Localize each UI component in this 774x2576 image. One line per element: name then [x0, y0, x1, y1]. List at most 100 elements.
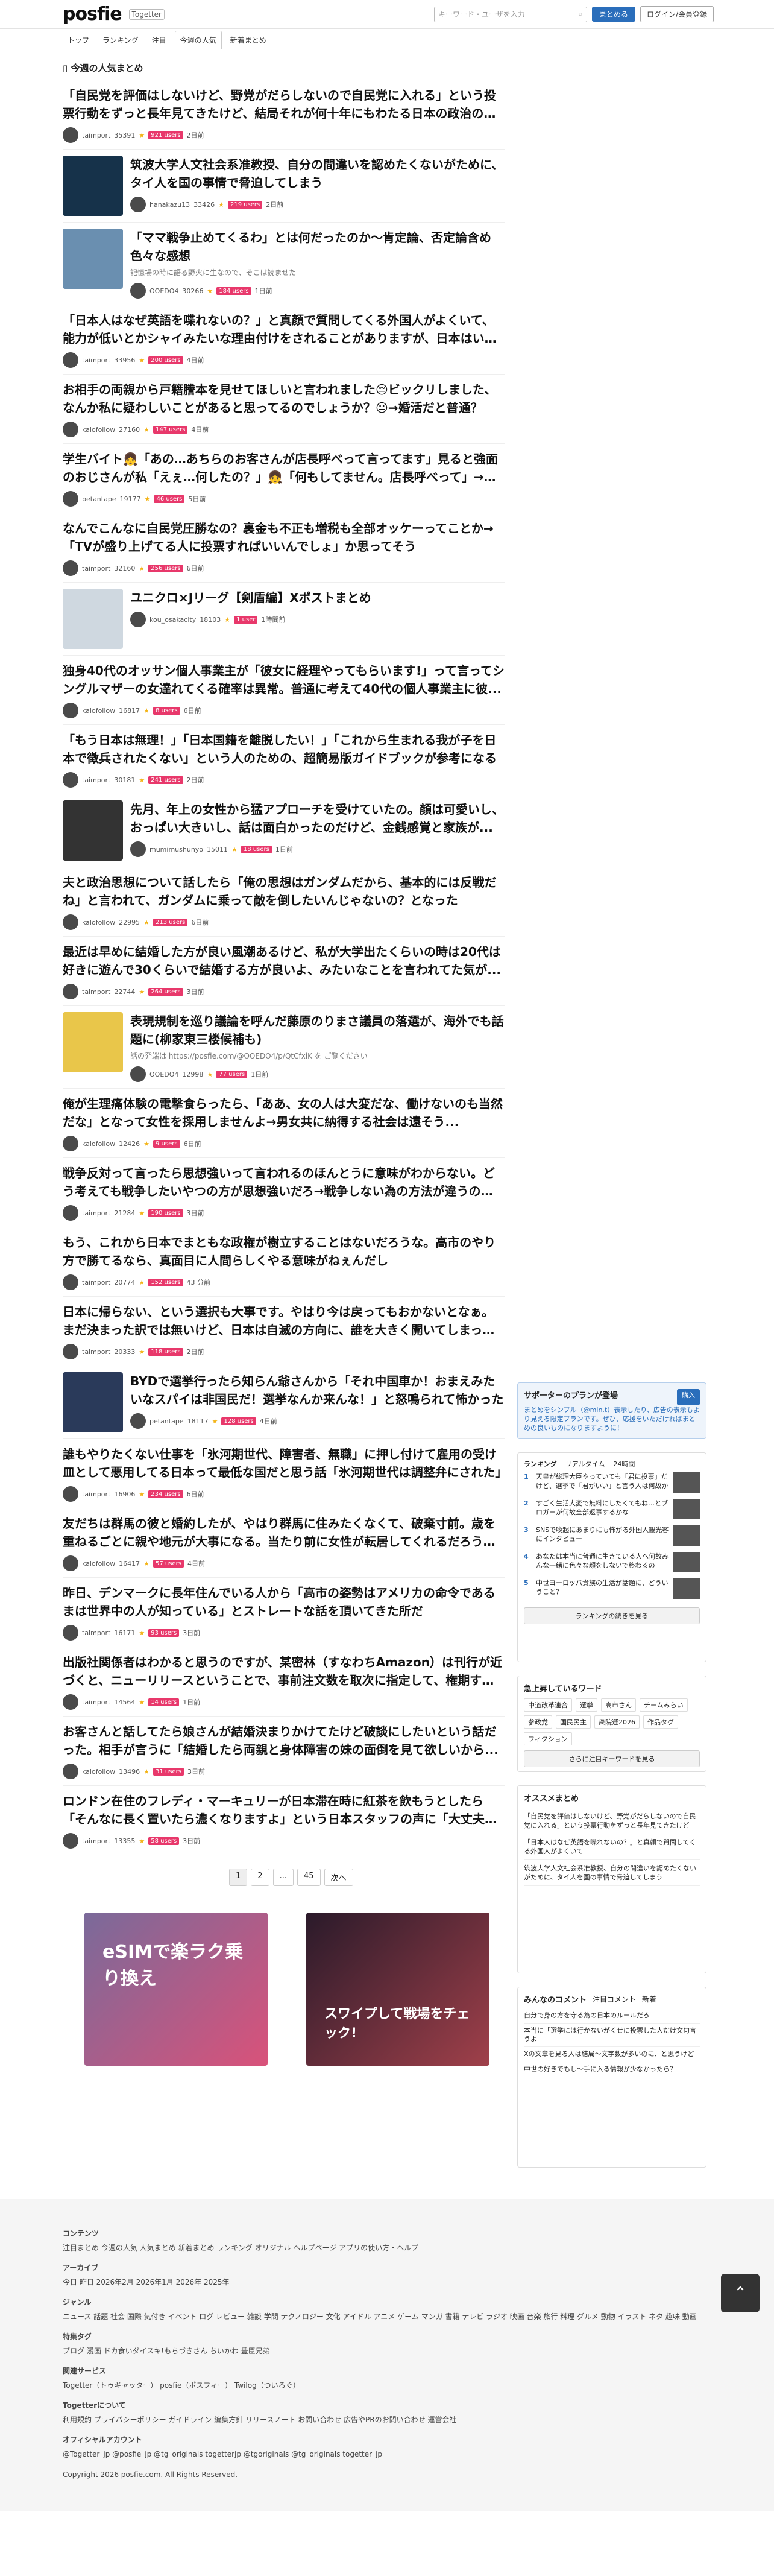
summary-title[interactable]: 出版社関係者はわかると思うのですが、某密林（すなわちAmazon）は刊行が近づく…	[63, 1653, 505, 1689]
summary-item[interactable]: 「自民党を評価はしないけど、野党がだらしないので自民党に入れる」という投票行動を…	[63, 80, 505, 150]
recommend-entry[interactable]: 「日本人はなぜ英語を喋れないの？」と真顔で質問してくる外国人がよくいて	[524, 1834, 700, 1860]
avatar[interactable]	[63, 984, 78, 999]
page-1[interactable]: 1	[229, 1869, 248, 1886]
footer-about-links[interactable]: 利用規約 プライバシーポリシー ガイドライン 編集方針 リリースノート お問い合…	[63, 2414, 711, 2426]
ranking-thumbnail[interactable]	[673, 1552, 700, 1572]
summary-item[interactable]: 表現規制を巡り議論を呼んだ藤原のりまさ議員の落選が、海外でも話題に(柳家東三楼候…	[63, 1006, 505, 1089]
ranking-entry[interactable]: 2 すごく生活大変で無料にしたくてもね…とブロガーが何故全部返事するかな	[524, 1499, 700, 1523]
avatar[interactable]	[63, 1555, 78, 1571]
summary-title[interactable]: 友だちは群馬の彼と婚約したが、やはり群馬に住みたくなくて、破棄寸前。歳を重ねるご…	[63, 1514, 505, 1551]
ranking-entry[interactable]: 4 あなたは本当に普通に生きている人へ何故みんな一緒に色々な顔をしないで終わるの	[524, 1552, 700, 1576]
summary-thumbnail[interactable]	[63, 800, 123, 861]
avatar[interactable]	[63, 1833, 78, 1849]
avatar[interactable]	[63, 772, 78, 788]
user-name[interactable]: mumimushunyo	[149, 846, 203, 853]
ad-esim[interactable]: eSIMで楽ラク乗り換え	[84, 1913, 268, 2066]
summary-item[interactable]: 先月、年上の女性から猛アプローチを受けていたの。顔は可愛いし、おっぱい大きいし、…	[63, 794, 505, 867]
comment-entry[interactable]: 中世の好きでもし〜手に入る情報が少なかったら？	[524, 2062, 700, 2077]
ranking-thumbnail[interactable]	[673, 1578, 700, 1599]
summary-item[interactable]: 「ママ戦争止めてくるわ」とは何だったのか〜肯定論、否定論含め色々な感想 記憶場の時…	[63, 223, 505, 305]
keyword-chip[interactable]: 参政党	[524, 1715, 552, 1729]
summary-item[interactable]: 日本に帰らない、という選択も大事です。やはり今は戻ってもおかないとなぁ。まだ決ま…	[63, 1297, 505, 1366]
user-name[interactable]: petantape	[149, 1417, 184, 1425]
user-name[interactable]: taimport	[82, 1698, 110, 1706]
avatar[interactable]	[63, 1764, 78, 1779]
ranking-entry-title[interactable]: 天皇が総理大臣やっていても「君に投票」だけど、選挙で「君がいい」と言う人は何故か	[536, 1472, 670, 1496]
summary-title[interactable]: 誰もやりたくない仕事を「氷河期世代、障害者、無職」に押し付けて雇用の受け皿として…	[63, 1445, 505, 1481]
avatar[interactable]	[63, 422, 78, 437]
summary-item[interactable]: 学生バイト👧「あの…あちらのお客さんが店長呼べって言ってます」見ると強面のおじさ…	[63, 444, 505, 513]
page-next[interactable]: 次へ	[324, 1869, 353, 1886]
avatar[interactable]	[63, 1694, 78, 1710]
footer-archive-links[interactable]: 今日 昨日 2026年2月 2026年1月 2026年 2025年	[63, 2276, 711, 2288]
user-name[interactable]: taimport	[82, 988, 110, 996]
tab-weekly-popular[interactable]: 今週の人気	[174, 31, 222, 49]
ranking-entry-title[interactable]: 中世ヨーロッパ貴族の生活が話題に、どういうこと？	[536, 1578, 670, 1603]
user-name[interactable]: kou_osakacity	[149, 616, 196, 624]
summary-item[interactable]: BYDで選挙行ったら知らん爺さんから「それ中国車か！おまえみたいなスパイは非国民…	[63, 1366, 505, 1439]
keyword-chip[interactable]: 衆院選2026	[594, 1715, 640, 1729]
avatar[interactable]	[130, 1066, 146, 1082]
summary-item[interactable]: 昨日、デンマークに長年住んでいる人から「高市の姿勢はアメリカの命令であるまは世界…	[63, 1578, 505, 1647]
summary-title[interactable]: 「もう日本は無理！」「日本国籍を離脱したい！」「これから生まれる我が子を日本で徴…	[63, 731, 505, 767]
page-2[interactable]: 2	[251, 1869, 269, 1886]
ranking-more-button[interactable]: ランキングの続きを見る	[524, 1607, 700, 1624]
ranking-entry[interactable]: 3 SNSで喚起にあまりにも怖がる外国人観光客にインタビュー	[524, 1525, 700, 1549]
summary-title[interactable]: 「自民党を評価はしないけど、野党がだらしないので自民党に入れる」という投票行動を…	[63, 86, 505, 122]
summary-thumbnail[interactable]	[63, 589, 123, 649]
user-name[interactable]: taimport	[82, 131, 110, 139]
keyword-more-button[interactable]: さらに注目キーワードを見る	[524, 1750, 700, 1767]
footer-service-links[interactable]: Togetter（トゥギャッター） posfie（ポスフィー） Twilog（つ…	[63, 2379, 711, 2391]
summary-title[interactable]: 学生バイト👧「あの…あちらのお客さんが店長呼べって言ってます」見ると強面のおじさ…	[63, 450, 505, 486]
user-name[interactable]: taimport	[82, 1629, 110, 1637]
summary-title[interactable]: 「ママ戦争止めてくるわ」とは何だったのか〜肯定論、否定論含め色々な感想	[130, 229, 505, 265]
avatar[interactable]	[63, 1274, 78, 1290]
user-name[interactable]: kalofollow	[82, 1560, 115, 1568]
search-input[interactable]: キーワード・ユーザを入力 ⌕	[433, 6, 587, 22]
ad-game[interactable]: スワイプして戦場をチェック!	[306, 1913, 489, 2066]
user-name[interactable]: taimport	[82, 1209, 110, 1217]
summary-thumbnail[interactable]	[63, 156, 123, 216]
avatar[interactable]	[130, 1413, 146, 1429]
scroll-top-button[interactable]: ⌃	[721, 2274, 760, 2312]
summary-item[interactable]: 筑波大学人文社会系准教授、自分の間違いを認めたくないがために、タイ人を国の事情で…	[63, 150, 505, 223]
ranking-entry-title[interactable]: あなたは本当に普通に生きている人へ何故みんな一緒に色々な顔をしないで終わるの	[536, 1552, 670, 1576]
summary-title[interactable]: お客さんと話してたら娘さんが結婚決まりかけてたけど破談にしたいという話だった。相…	[63, 1723, 505, 1759]
summary-item[interactable]: 独身40代のオッサン個人事業主が「彼女に経理やってもらいます!」って言ってシング…	[63, 656, 505, 725]
summary-title[interactable]: 先月、年上の女性から猛アプローチを受けていたの。顔は可愛いし、おっぱい大きいし、…	[130, 800, 505, 837]
tab-24h[interactable]: 24時間	[613, 1459, 635, 1469]
buy-button[interactable]: 購入	[677, 1389, 700, 1405]
summary-item[interactable]: 夫と政治思想について話したら「俺の思想はガンダムだから、基本的には反戦だね」と言…	[63, 867, 505, 937]
summary-item[interactable]: お客さんと話してたら娘さんが結婚決まりかけてたけど破談にしたいという話だった。相…	[63, 1717, 505, 1786]
avatar[interactable]	[63, 127, 78, 143]
ranking-thumbnail[interactable]	[673, 1472, 700, 1493]
user-name[interactable]: taimport	[82, 1348, 110, 1356]
summary-item[interactable]: 「もう日本は無理！」「日本国籍を離脱したい！」「これから生まれる我が子を日本で徴…	[63, 725, 505, 794]
avatar[interactable]	[63, 352, 78, 368]
summary-title[interactable]: 「日本人はなぜ英語を喋れないの？」と真顔で質問してくる外国人がよくいて、能力が低…	[63, 311, 505, 347]
summary-title[interactable]: 戦争反対って言ったら思想強いって言われるのほんとうに意味がわからない。どう考えて…	[63, 1164, 505, 1200]
summary-title[interactable]: BYDで選挙行ったら知らん爺さんから「それ中国車か！おまえみたいなスパイは非国民…	[130, 1372, 505, 1408]
summary-title[interactable]: 俺が生理痛体験の電撃食らったら、「ああ、女の人は大変だな、働けないのも当然だな」…	[63, 1095, 505, 1131]
user-name[interactable]: OOEDO4	[149, 1071, 178, 1078]
summary-thumbnail[interactable]	[63, 229, 123, 289]
ranking-thumbnail[interactable]	[673, 1499, 700, 1519]
summary-item[interactable]: 誰もやりたくない仕事を「氷河期世代、障害者、無職」に押し付けて雇用の受け皿として…	[63, 1439, 505, 1508]
avatar[interactable]	[130, 197, 146, 212]
summary-item[interactable]: お相手の両親から戸籍謄本を見せてほしいと言われました😔ビックリしました、なんか私…	[63, 375, 505, 444]
user-name[interactable]: taimport	[82, 776, 110, 784]
summary-item[interactable]: 俺が生理痛体験の電撃食らったら、「ああ、女の人は大変だな、働けないのも当然だな」…	[63, 1089, 505, 1158]
comment-entry[interactable]: Xの文章を見る人は結局〜文字数が多いのに、と思うけど	[524, 2047, 700, 2062]
comment-entry[interactable]: 本当に「選挙には行かないがくせに投票した人だけ文句言うよ	[524, 2024, 700, 2047]
user-name[interactable]: kalofollow	[82, 426, 115, 434]
keyword-chip[interactable]: 高市さん	[601, 1698, 636, 1712]
ranking-entry[interactable]: 5 中世ヨーロッパ貴族の生活が話題に、どういうこと？	[524, 1578, 700, 1603]
summary-title[interactable]: お相手の両親から戸籍謄本を見せてほしいと言われました😔ビックリしました、なんか私…	[63, 381, 505, 417]
search-icon[interactable]: ⌕	[579, 10, 583, 19]
summary-title[interactable]: 独身40代のオッサン個人事業主が「彼女に経理やってもらいます!」って言ってシング…	[63, 662, 505, 698]
page-last[interactable]: 45	[297, 1869, 321, 1886]
tab-new[interactable]: 新着まとめ	[225, 31, 271, 49]
summary-title[interactable]: ロンドン在住のフレディ・マーキュリーが日本滞在時に紅茶を飲もうとしたら「そんなに…	[63, 1792, 505, 1828]
ranking-entry-title[interactable]: すごく生活大変で無料にしたくてもね…とブロガーが何故全部返事するかな	[536, 1499, 670, 1523]
user-name[interactable]: kalofollow	[82, 1140, 115, 1148]
